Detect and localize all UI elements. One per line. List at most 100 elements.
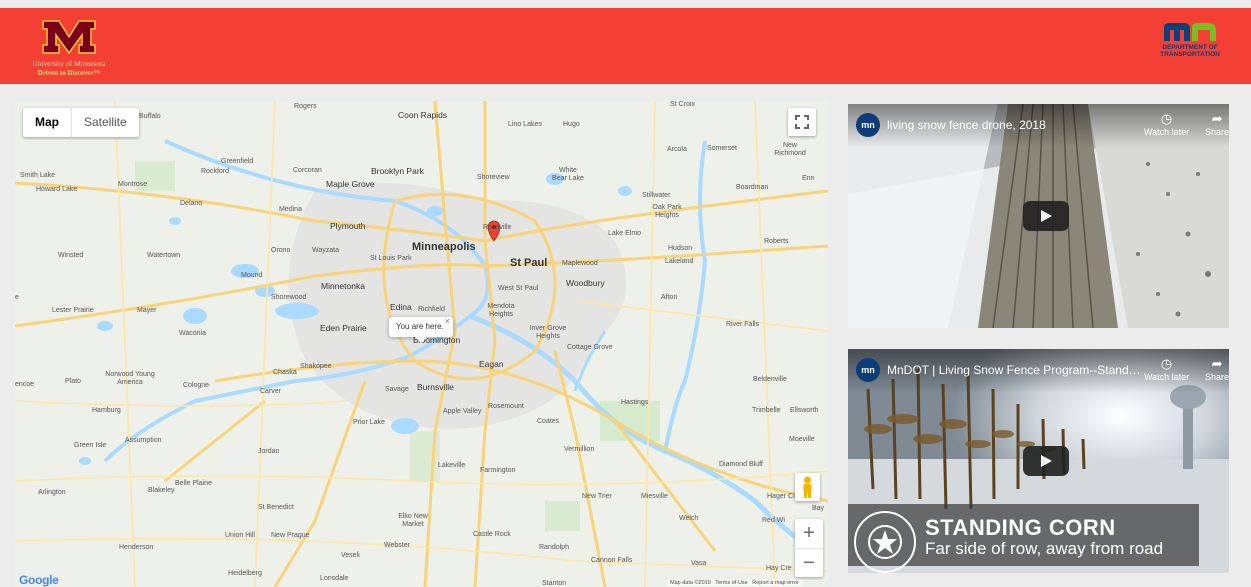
clock-icon: ◷ <box>1160 356 1173 371</box>
video-player-1[interactable]: mn living snow fence drone, 2018 ◷ Watch… <box>848 104 1229 328</box>
map-label: Assumption <box>125 437 162 444</box>
map-label: Coates <box>537 418 560 425</box>
watch-later-label: Watch later <box>1144 127 1190 137</box>
map-label: Maple Grove <box>326 179 375 189</box>
map-label: Shorewood <box>271 294 307 301</box>
map-label: Delano <box>180 200 203 207</box>
map-label: Miesville <box>641 493 668 500</box>
report-map-error-link[interactable]: Report a map error <box>752 580 798 586</box>
map-label: Hugo <box>563 121 580 128</box>
map-label: Inver Grove Heights <box>529 325 567 340</box>
umn-logo[interactable]: University of Minnesota Driven to Discov… <box>14 14 124 80</box>
map-label: Lake Elmo <box>608 230 642 237</box>
map-label: Greenfield <box>221 158 254 165</box>
watch-later-button[interactable]: ◷ Watch later <box>1144 356 1189 382</box>
header-bar: University of Minnesota Driven to Discov… <box>0 8 1251 84</box>
map-label: Winsted <box>58 252 84 259</box>
map-label: Rogers <box>294 103 317 110</box>
map-label: Belle Plaine <box>175 480 212 487</box>
map-label: Apple Valley <box>443 408 482 415</box>
map-label: Afton <box>661 294 678 301</box>
map-label: Rockford <box>201 168 230 175</box>
map-label: Stanton <box>542 580 567 587</box>
play-button[interactable] <box>1023 201 1069 231</box>
play-button[interactable] <box>1023 446 1069 476</box>
map-type-map-button[interactable]: Map <box>23 108 71 137</box>
street-view-pegman-button[interactable] <box>795 473 820 501</box>
watch-later-button[interactable]: ◷ Watch later <box>1144 111 1189 137</box>
zoom-out-button[interactable]: − <box>795 549 823 578</box>
map-label: Prior Lake <box>353 419 385 426</box>
terms-of-use-link[interactable]: Terms of Use <box>715 580 747 586</box>
map-label: New Richmond <box>774 142 806 157</box>
mndot-name-line1: DEPARTMENT OF <box>1162 44 1218 51</box>
map-label: Lakeville <box>438 462 466 469</box>
map-label: Carver <box>260 388 282 395</box>
google-map[interactable]: Rogers Coon Rapids Lino Lakes Hugo St Cr… <box>15 101 828 587</box>
map-label: White Bear Lake <box>552 167 584 182</box>
zoom-in-button[interactable]: + <box>795 519 823 549</box>
map-label: Enn <box>802 175 815 182</box>
map-label: Howard Lake <box>36 186 78 193</box>
map-label: Plymouth <box>330 221 366 231</box>
map-label: Cologne <box>183 382 210 389</box>
google-logo[interactable]: Google <box>19 573 59 587</box>
map-label: Shakopee <box>300 363 332 370</box>
share-arrow-icon: ➦ <box>1211 111 1223 126</box>
map-label: Medina <box>279 206 302 213</box>
map-label: Green Isle <box>74 442 107 449</box>
map-label: Rosemount <box>488 403 524 410</box>
map-label: St Paul <box>510 257 548 269</box>
share-button[interactable]: ➦ Share <box>1205 356 1229 382</box>
map-label: Union Hill <box>225 532 255 539</box>
channel-avatar[interactable]: mn <box>856 113 880 137</box>
overlay-subtitle: Far side of row, away from road <box>925 539 1164 558</box>
map-label: Plato <box>65 378 81 385</box>
share-label: Share <box>1205 127 1229 137</box>
map-label: Chaska <box>273 369 297 376</box>
pegman-icon <box>803 476 812 498</box>
overlay-title: STANDING CORN <box>925 515 1116 540</box>
map-label: Farmington <box>480 467 516 474</box>
map-type-control: Map Satellite <box>23 108 139 137</box>
map-label: Watertown <box>147 252 181 259</box>
map-label: Corcoran <box>293 167 322 174</box>
mndot-seal-icon <box>854 511 916 573</box>
map-type-satellite-button[interactable]: Satellite <box>71 108 139 137</box>
map-label: Blakeley <box>148 487 175 494</box>
map-label: St Benedict <box>258 504 294 511</box>
video-title[interactable]: living snow fence drone, 2018 <box>887 118 1142 132</box>
map-label: Waconia <box>179 330 206 337</box>
clock-icon: ◷ <box>1160 111 1173 126</box>
map-label: Cottage Grove <box>567 344 613 351</box>
you-are-here-infowindow: You are here. × <box>389 316 453 343</box>
map-label: Roberts <box>764 238 789 245</box>
map-label: Diamond Bluff <box>719 461 763 468</box>
map-label: Beldenville <box>753 376 787 383</box>
infowindow-close-icon[interactable]: × <box>445 311 450 331</box>
map-label: Randolph <box>539 544 569 551</box>
map-label: Webster <box>384 542 410 549</box>
map-label: Eagan <box>479 359 504 369</box>
channel-avatar[interactable]: mn <box>856 358 880 382</box>
video-title[interactable]: MnDOT | Living Snow Fence Program--Stand… <box>887 363 1142 377</box>
fullscreen-button[interactable] <box>788 108 816 136</box>
map-label: Orono <box>271 247 291 254</box>
watch-later-label: Watch later <box>1144 372 1190 382</box>
map-label: Buffalo <box>139 113 161 120</box>
map-label: Hastings <box>621 399 649 406</box>
video-player-2[interactable]: mn MnDOT | Living Snow Fence Program--St… <box>848 349 1229 573</box>
share-button[interactable]: ➦ Share <box>1205 111 1229 137</box>
map-label: Arlington <box>38 489 66 496</box>
map-label: Boardman <box>736 184 769 191</box>
map-label: Lester Prairie <box>52 307 94 314</box>
share-arrow-icon: ➦ <box>1211 356 1223 371</box>
map-label: Veseli <box>341 552 360 559</box>
zoom-control: + − <box>795 519 823 577</box>
map-label: Red Wi <box>762 517 785 524</box>
map-attribution: Map data ©2019 Terms of Use Report a map… <box>667 580 802 586</box>
fullscreen-icon <box>795 115 809 129</box>
mndot-logo[interactable]: DEPARTMENT OF TRANSPORTATION <box>1150 21 1230 65</box>
share-label: Share <box>1205 372 1229 382</box>
map-label: Brooklyn Park <box>371 166 424 176</box>
